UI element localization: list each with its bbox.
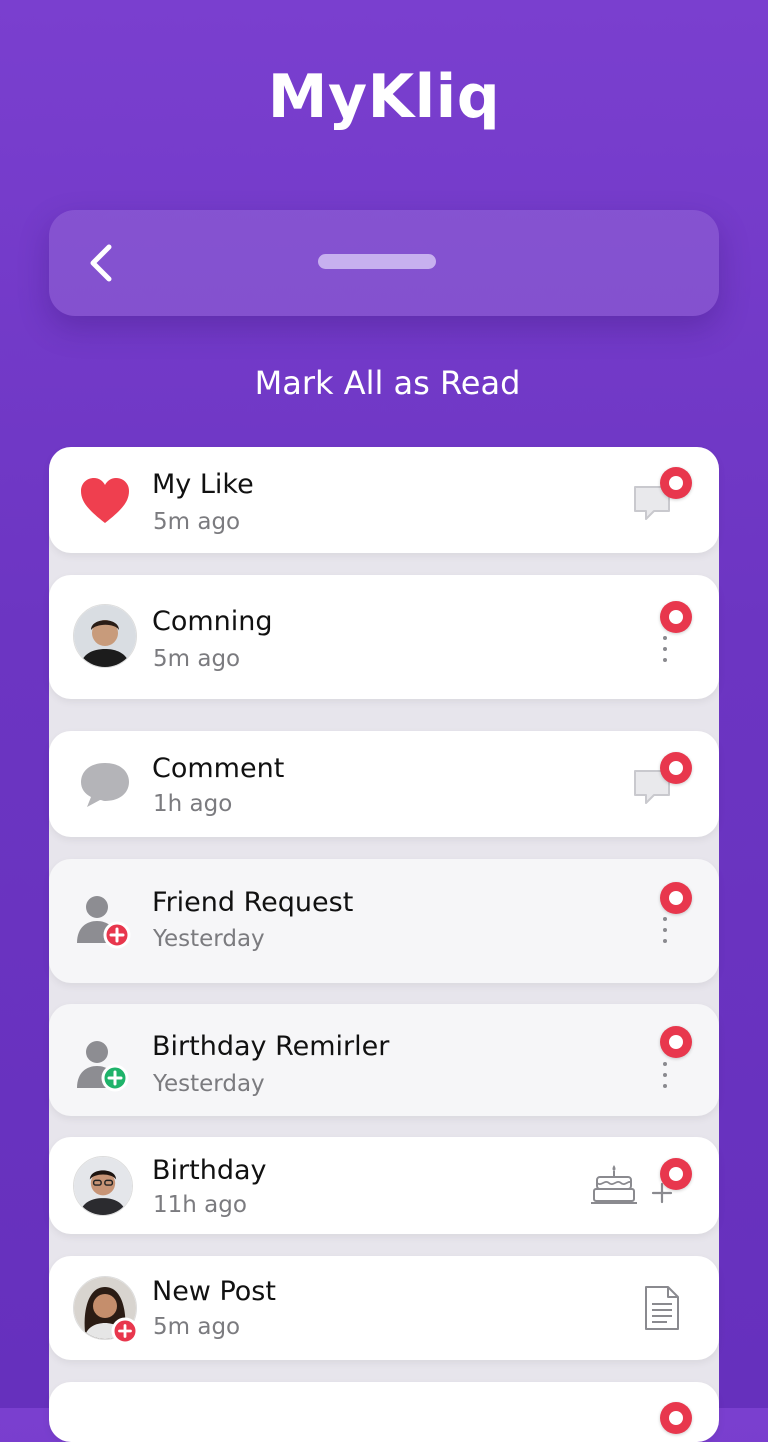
comment-icon [81, 763, 129, 807]
notification-time: 1h ago [153, 791, 233, 817]
notification-item[interactable]: New Post 5m ago [49, 1256, 719, 1360]
user-add-icon [77, 896, 131, 949]
notification-title: New Post [152, 1276, 276, 1307]
notification-item[interactable]: Comment 1h ago [49, 731, 719, 837]
notification-item[interactable]: Comning 5m ago [49, 575, 719, 699]
chevron-left-icon[interactable] [79, 238, 129, 288]
unread-indicator [660, 752, 692, 784]
unread-indicator [660, 601, 692, 633]
cake-icon[interactable] [589, 1161, 639, 1207]
avatar [73, 604, 137, 668]
notification-title: Comning [152, 606, 273, 637]
notification-item[interactable]: Friend Request Yesterday [49, 859, 719, 983]
notification-item[interactable]: Birthday 11h ago [49, 1137, 719, 1234]
unread-indicator [660, 467, 692, 499]
notification-title: My Like [152, 469, 254, 500]
app-title: MyKliq [267, 62, 501, 132]
notification-item[interactable]: My Like 5m ago [49, 447, 719, 553]
notification-title: Comment [152, 753, 285, 784]
notification-time: 5m ago [153, 1314, 241, 1340]
notification-time: Yesterday [153, 1071, 265, 1097]
nav-bar [49, 210, 719, 316]
notification-title: Friend Request [152, 887, 354, 918]
user-check-icon [77, 1041, 129, 1092]
notification-title: Birthday Remirler [152, 1031, 390, 1062]
notification-item[interactable]: Birthday Remirler Yesterday [49, 1004, 719, 1116]
notification-time: 5m ago [153, 509, 241, 535]
mark-all-read-button[interactable]: Mark All as Read [0, 364, 768, 402]
unread-indicator [660, 1402, 692, 1434]
heart-icon [81, 478, 129, 523]
document-icon[interactable] [641, 1284, 683, 1332]
unread-indicator [660, 882, 692, 914]
more-vertical-icon[interactable] [661, 1062, 669, 1092]
unread-indicator [660, 1026, 692, 1058]
avatar [73, 1156, 133, 1216]
unread-indicator [660, 1158, 692, 1190]
drag-handle[interactable] [318, 254, 436, 269]
plus-badge-icon [111, 1317, 139, 1345]
notification-item[interactable] [49, 1382, 719, 1442]
notification-time: Yesterday [153, 926, 265, 952]
more-vertical-icon[interactable] [661, 917, 669, 947]
notification-title: Birthday [152, 1155, 267, 1186]
notification-time: 5m ago [153, 646, 241, 672]
notification-time: 11h ago [153, 1192, 247, 1218]
more-vertical-icon[interactable] [661, 636, 669, 666]
